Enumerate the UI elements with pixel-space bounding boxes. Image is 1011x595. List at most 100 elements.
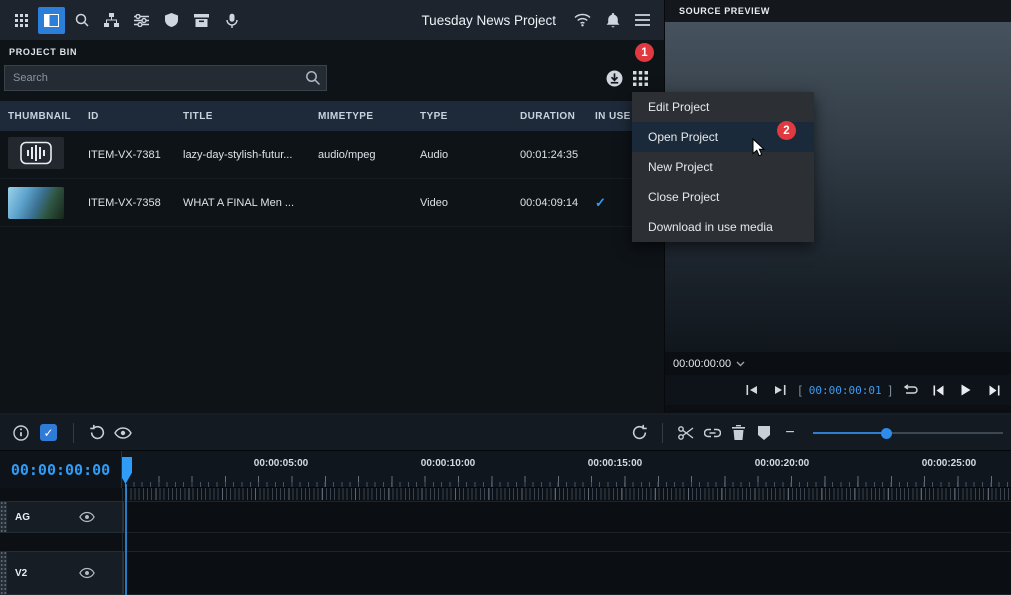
menu-item-new-project[interactable]: New Project — [632, 152, 814, 182]
thumbnail-cell — [0, 187, 80, 219]
table-header-row: THUMBNAIL ID TITLE MIMETYPE TYPE DURATIO… — [0, 101, 664, 131]
item-id: ITEM-VX-7381 — [80, 149, 175, 161]
play-icon[interactable] — [953, 379, 979, 401]
track-name: AG — [15, 512, 30, 523]
track-drag-handle[interactable] — [0, 551, 7, 595]
zoom-out-minus-icon[interactable]: − — [777, 420, 803, 446]
wifi-status-icon[interactable] — [569, 7, 596, 34]
playhead-line — [125, 484, 127, 595]
preview-timecode: 00:00:00:00 — [673, 358, 731, 370]
timeline-pane: ✓ — [0, 413, 1011, 593]
zoom-slider[interactable] — [813, 423, 1003, 443]
item-type: Audio — [412, 149, 512, 161]
toolbar-divider — [73, 423, 74, 443]
apps-grid-icon[interactable] — [8, 7, 35, 34]
track-content[interactable] — [122, 501, 1011, 533]
step-badge-1: 1 — [635, 43, 654, 62]
source-preview-title: SOURCE PREVIEW — [665, 0, 1011, 22]
item-duration: 00:04:09:14 — [512, 197, 587, 209]
undo-icon[interactable] — [84, 420, 110, 446]
menu-item-close-project[interactable]: Close Project — [632, 182, 814, 212]
timeline-ruler[interactable]: 00:00:05:00 00:00:10:00 00:00:15:00 00:0… — [122, 451, 1011, 488]
table-row[interactable]: ITEM-VX-7381 lazy-day-stylish-futur... a… — [0, 131, 664, 179]
microphone-icon[interactable] — [218, 7, 245, 34]
track-row-ag[interactable]: AG — [0, 501, 1011, 533]
selection-checkbox[interactable]: ✓ — [40, 424, 57, 441]
zoom-slider-fill — [813, 432, 886, 434]
track-content[interactable] — [122, 551, 1011, 595]
frame-ruler — [122, 488, 1011, 500]
frame-ruler-major — [122, 488, 1011, 500]
track-drag-handle[interactable] — [0, 501, 7, 533]
project-bin-pane: Tuesday News Project PROJECT BIN — [0, 0, 664, 413]
chevron-down-icon[interactable] — [736, 358, 745, 370]
menu-item-edit-project[interactable]: Edit Project — [632, 92, 814, 122]
col-header-title[interactable]: TITLE — [175, 111, 310, 122]
track-visibility-eye-icon[interactable] — [79, 568, 95, 579]
search-icon[interactable] — [68, 7, 95, 34]
top-toolbar: Tuesday News Project — [0, 0, 664, 40]
col-header-type[interactable]: TYPE — [412, 111, 512, 122]
toolbar-divider — [662, 423, 663, 443]
app-root: Tuesday News Project PROJECT BIN — [0, 0, 1011, 593]
workflow-icon[interactable] — [98, 7, 125, 34]
shield-icon[interactable] — [158, 7, 185, 34]
mark-in-bracket[interactable]: [ — [798, 383, 801, 397]
info-icon[interactable] — [8, 420, 34, 446]
sliders-icon[interactable] — [128, 7, 155, 34]
menu-item-download-in-use-media[interactable]: Download in use media — [632, 212, 814, 242]
timeline-toolbar: ✓ — [0, 415, 1011, 451]
cut-scissors-icon[interactable] — [673, 420, 699, 446]
mouse-cursor — [752, 138, 766, 158]
search-input[interactable] — [5, 66, 326, 90]
history-redo-icon[interactable] — [626, 420, 652, 446]
item-title: WHAT A FINAL Men ... — [175, 197, 310, 209]
step-badge-2: 2 — [777, 121, 796, 140]
hamburger-menu-icon[interactable] — [629, 7, 656, 34]
item-mimetype: audio/mpeg — [310, 149, 412, 161]
prev-frame-icon[interactable] — [925, 379, 951, 401]
zoom-slider-thumb[interactable] — [881, 428, 892, 439]
col-header-thumbnail[interactable]: THUMBNAIL — [0, 111, 80, 122]
thumbnail-cell — [0, 137, 80, 172]
goto-out-icon[interactable] — [767, 379, 793, 401]
link-icon[interactable] — [699, 420, 725, 446]
loop-icon[interactable] — [897, 379, 923, 401]
next-frame-icon[interactable] — [981, 379, 1007, 401]
mark-out-bracket[interactable]: ] — [889, 383, 892, 397]
project-context-menu: Edit Project Open Project New Project Cl… — [632, 92, 814, 242]
visibility-eye-icon[interactable] — [110, 420, 136, 446]
ruler-label: 00:00:15:00 — [588, 458, 642, 469]
timeline-toolbar-right: − — [626, 420, 1003, 446]
bell-icon[interactable] — [599, 7, 626, 34]
preview-timecode-row: 00:00:00:00 — [665, 352, 1011, 375]
ruler-label: 00:00:10:00 — [421, 458, 475, 469]
item-type: Video — [412, 197, 512, 209]
goto-in-icon[interactable] — [739, 379, 765, 401]
track-visibility-eye-icon[interactable] — [79, 512, 95, 523]
table-row[interactable]: ITEM-VX-7358 WHAT A FINAL Men ... Video … — [0, 179, 664, 227]
track-row-v2[interactable]: V2 — [0, 551, 1011, 595]
media-table: THUMBNAIL ID TITLE MIMETYPE TYPE DURATIO… — [0, 101, 664, 227]
marker-icon[interactable] — [751, 420, 777, 446]
ruler-label: 00:00:05:00 — [254, 458, 308, 469]
download-icon[interactable] — [606, 70, 623, 87]
col-header-duration[interactable]: DURATION — [512, 111, 587, 122]
ruler-minor-ticks — [125, 482, 1011, 487]
project-menu-grid-icon[interactable] — [633, 71, 648, 86]
transport-controls: [ 00:00:00:01 ] — [665, 375, 1011, 405]
search-magnifier-icon[interactable] — [305, 70, 321, 91]
item-id: ITEM-VX-7358 — [80, 197, 175, 209]
ruler-label: 00:00:20:00 — [755, 458, 809, 469]
delete-trash-icon[interactable] — [725, 420, 751, 446]
track-header[interactable]: V2 — [7, 551, 122, 595]
col-header-id[interactable]: ID — [80, 111, 175, 122]
track-header[interactable]: AG — [7, 501, 122, 533]
archive-icon[interactable] — [188, 7, 215, 34]
item-title: lazy-day-stylish-futur... — [175, 149, 310, 161]
layout-panel-icon[interactable] — [38, 7, 65, 34]
ruler-label: 00:00:25:00 — [922, 458, 976, 469]
col-header-mimetype[interactable]: MIMETYPE — [310, 111, 412, 122]
timeline-ruler-row: 00:00:00:00 00:00:05:00 00:00:10:00 00:0… — [0, 451, 1011, 488]
audio-waveform-thumbnail — [8, 137, 64, 169]
